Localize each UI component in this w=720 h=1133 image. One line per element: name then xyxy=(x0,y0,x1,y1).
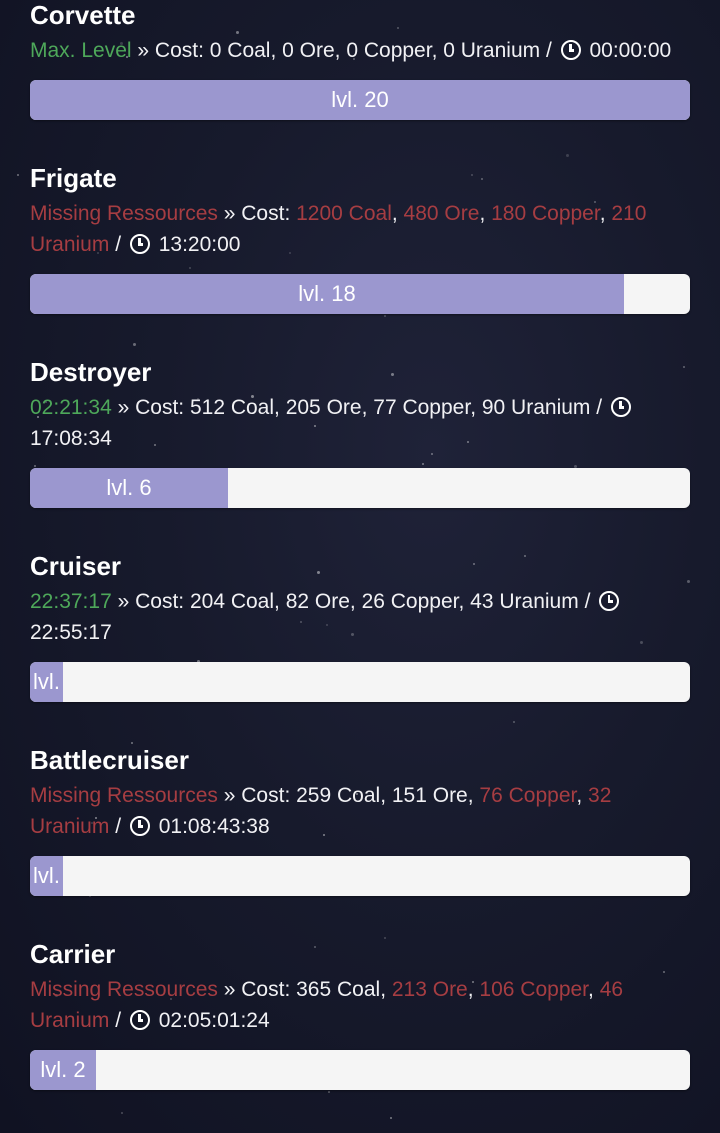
cost-item: 106 Copper xyxy=(479,978,589,1001)
build-time: 00:00:00 xyxy=(589,39,672,62)
level-progress-fill: lvl. 20 xyxy=(30,80,690,120)
cost-item: 0 Coal xyxy=(209,39,271,62)
ship-cost-info: 22:37:17 » Cost: 204 Coal, 82 Ore, 26 Co… xyxy=(30,586,690,648)
level-label: lvl. xyxy=(33,669,60,694)
level-progress-bar: lvl. xyxy=(30,662,690,702)
cost-item: 76 Copper xyxy=(479,784,577,807)
star-dot xyxy=(133,343,136,346)
ship-status: Missing Ressources xyxy=(30,784,218,807)
clock-icon xyxy=(610,397,631,417)
level-progress-bar: lvl. 2 xyxy=(30,1050,690,1090)
cost-label: Cost: xyxy=(241,978,291,1001)
ship-block: Destroyer 02:21:34 » Cost: 512 Coal, 205 … xyxy=(30,357,690,508)
level-progress-bar: lvl. 6 xyxy=(30,468,690,508)
level-label: lvl. 18 xyxy=(298,281,356,306)
cost-item: 1200 Coal xyxy=(296,202,392,225)
ship-name: Carrier xyxy=(30,939,116,969)
ship-cost-info: Missing Ressources » Cost: 259 Coal, 151… xyxy=(30,784,612,838)
level-label: lvl. 6 xyxy=(106,475,152,500)
cost-item: 77 Copper xyxy=(373,396,471,419)
ship-name: Frigate xyxy=(30,163,117,193)
cost-label: Cost: xyxy=(241,202,291,225)
ship-block: Battlecruiser Missing Ressources » Cost: … xyxy=(30,745,690,896)
ship-status: Missing Ressources xyxy=(30,202,218,225)
cost-item: 82 Ore xyxy=(285,590,350,613)
ship-name: Battlecruiser xyxy=(30,745,189,775)
star-dot xyxy=(17,174,19,176)
cost-label: Cost: xyxy=(135,590,185,613)
cost-label: Cost: xyxy=(154,39,204,62)
build-time: 02:05:01:24 xyxy=(158,1009,270,1032)
star-dot xyxy=(566,154,569,157)
level-label: lvl. xyxy=(33,863,60,888)
cost-item: 0 Copper xyxy=(346,39,432,62)
star-dot xyxy=(384,315,386,317)
ship-name: Cruiser xyxy=(30,551,122,581)
ship-name: Corvette xyxy=(30,0,136,30)
cost-item: 213 Ore xyxy=(391,978,468,1001)
ship-block: Carrier Missing Ressources » Cost: 365 Co… xyxy=(30,939,690,1090)
ship-cost-info: Max. Level » Cost: 0 Coal, 0 Ore, 0 Copp… xyxy=(30,39,672,62)
build-time: 13:20:00 xyxy=(158,233,241,256)
cost-item: 26 Copper xyxy=(361,590,459,613)
cost-item: 480 Ore xyxy=(403,202,480,225)
cost-item: 43 Uranium xyxy=(470,590,579,613)
cost-item: 90 Uranium xyxy=(481,396,591,419)
star-dot xyxy=(390,1117,392,1119)
star-dot xyxy=(328,1091,330,1093)
level-progress-fill: lvl. 18 xyxy=(30,274,624,314)
star-dot xyxy=(121,1112,123,1114)
level-progress-fill: lvl. 6 xyxy=(30,468,228,508)
cost-label: Cost: xyxy=(135,396,185,419)
star-dot xyxy=(513,721,515,723)
cost-item: 180 Copper xyxy=(491,202,600,225)
build-time: 17:08:34 xyxy=(30,427,112,450)
ship-cost-info: 02:21:34 » Cost: 512 Coal, 205 Ore, 77 C… xyxy=(30,392,690,454)
cost-item: 205 Ore xyxy=(285,396,362,419)
ship-cost-info: Missing Ressources » Cost: 365 Coal, 213… xyxy=(30,978,624,1032)
clock-icon xyxy=(129,1010,150,1030)
build-time: 22:55:17 xyxy=(30,621,112,644)
cost-label: Cost: xyxy=(241,784,291,807)
ship-status: 22:37:17 xyxy=(30,590,112,613)
clock-icon xyxy=(560,40,581,60)
cost-item: 0 Uranium xyxy=(443,39,541,62)
ship-status: 02:21:34 xyxy=(30,396,112,419)
cost-item: 512 Coal xyxy=(189,396,275,419)
cost-item: 204 Coal xyxy=(189,590,275,613)
ship-name: Destroyer xyxy=(30,357,152,387)
level-label: lvl. 2 xyxy=(40,1057,86,1082)
ship-cost-info: Missing Ressources » Cost: 1200 Coal, 48… xyxy=(30,202,647,256)
level-progress-bar: lvl. 18 xyxy=(30,274,690,314)
ship-status: Missing Ressources xyxy=(30,978,218,1001)
star-dot xyxy=(131,742,133,744)
level-label: lvl. 20 xyxy=(331,87,389,112)
level-progress-fill: lvl. xyxy=(30,856,63,896)
level-progress-bar: lvl. xyxy=(30,856,690,896)
cost-item: 259 Coal xyxy=(296,784,381,807)
level-progress-fill: lvl. xyxy=(30,662,63,702)
ship-block: Corvette Max. Level » Cost: 0 Coal, 0 Ore… xyxy=(30,0,690,120)
ship-status: Max. Level xyxy=(30,39,132,62)
cost-item: 0 Ore xyxy=(282,39,335,62)
level-progress-fill: lvl. 2 xyxy=(30,1050,96,1090)
clock-icon xyxy=(129,816,150,836)
ship-block: Cruiser 22:37:17 » Cost: 204 Coal, 82 Ore… xyxy=(30,551,690,702)
ship-block: Frigate Missing Ressources » Cost: 1200 C… xyxy=(30,163,690,314)
cost-item: 151 Ore xyxy=(391,784,468,807)
clock-icon xyxy=(599,591,620,611)
clock-icon xyxy=(129,234,150,254)
level-progress-bar: lvl. 20 xyxy=(30,80,690,120)
build-time: 01:08:43:38 xyxy=(158,815,270,838)
cost-item: 365 Coal xyxy=(296,978,381,1001)
